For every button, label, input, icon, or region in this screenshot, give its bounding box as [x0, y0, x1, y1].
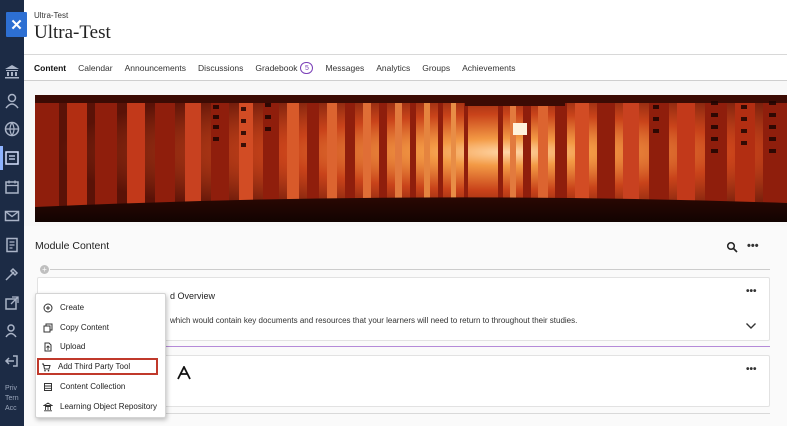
calendar-icon[interactable] — [3, 178, 21, 196]
add-content-divider — [50, 269, 770, 270]
left-navigation: Priv Tern Acc — [0, 0, 24, 426]
module-more-options-button[interactable]: ••• — [747, 240, 759, 252]
menu-item-upload[interactable]: Upload — [41, 338, 162, 355]
content-item-title[interactable]: d Overview — [170, 291, 215, 301]
menu-item-label: Learning Object Repository — [60, 402, 157, 411]
content-item-description: which would contain key documents and re… — [170, 316, 578, 325]
menu-item-copy-content[interactable]: Copy Content — [41, 319, 162, 336]
search-icon[interactable] — [726, 240, 738, 253]
plus-circle-icon — [43, 303, 53, 313]
course-title: Ultra-Test — [34, 22, 111, 43]
menu-item-add-third-party-tool[interactable]: Add Third Party Tool — [37, 358, 158, 375]
content-item-more-button[interactable]: ••• — [746, 286, 757, 297]
header-divider — [24, 54, 787, 55]
gradebook-count-badge: 5 — [300, 62, 314, 74]
menu-item-label: Create — [60, 303, 85, 312]
globe-icon[interactable] — [3, 120, 21, 138]
collection-icon — [43, 382, 53, 392]
tools-icon[interactable] — [3, 265, 21, 283]
sign-out-icon[interactable] — [3, 352, 21, 370]
menu-item-label: Upload — [60, 342, 86, 351]
close-course-button[interactable]: ✕ — [6, 12, 27, 37]
menu-item-content-collection[interactable]: Content Collection — [41, 378, 162, 395]
add-content-plus-icon[interactable]: + — [40, 265, 49, 274]
upload-icon — [43, 342, 53, 352]
institution-icon[interactable] — [3, 62, 21, 80]
external-link-icon[interactable] — [3, 294, 21, 312]
profile-icon[interactable] — [3, 92, 21, 110]
chevron-down-icon[interactable] — [745, 318, 757, 329]
menu-item-learning-object-repository[interactable]: Learning Object Repository — [41, 398, 162, 415]
add-content-menu: Create Copy Content Upload Add Third Par… — [35, 293, 166, 418]
nav-footer-terms[interactable]: Tern — [5, 394, 19, 403]
courses-icon[interactable] — [3, 149, 21, 167]
menu-item-label: Add Third Party Tool — [58, 362, 131, 371]
module-content-title: Module Content — [35, 240, 110, 252]
menu-item-create[interactable]: Create — [41, 299, 162, 316]
close-icon: ✕ — [10, 16, 23, 34]
content-item-more-button[interactable]: ••• — [746, 364, 757, 375]
copy-icon — [43, 323, 53, 333]
menu-item-label: Content Collection — [60, 382, 126, 391]
repository-icon — [43, 401, 53, 412]
grades-icon[interactable] — [3, 236, 21, 254]
nav-footer-accessibility[interactable]: Acc — [5, 404, 17, 413]
course-breadcrumb: Ultra-Test — [34, 11, 69, 20]
nav-footer-privacy[interactable]: Priv — [5, 384, 17, 393]
messages-icon[interactable] — [3, 207, 21, 225]
course-banner-image — [35, 95, 787, 222]
menu-item-label: Copy Content — [60, 323, 109, 332]
user-settings-icon[interactable] — [3, 322, 21, 340]
cart-icon — [41, 362, 51, 372]
